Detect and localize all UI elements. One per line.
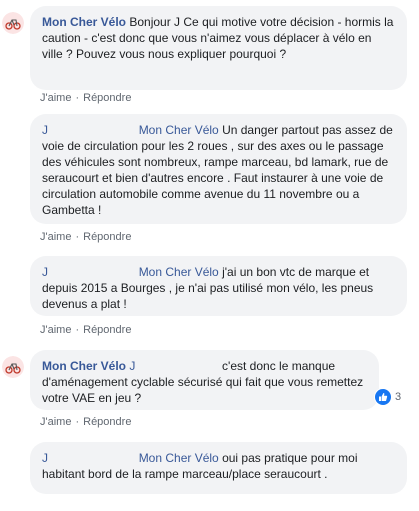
reaction-count-label: 3 (395, 391, 402, 403)
reply-link[interactable]: Répondre (83, 324, 131, 336)
reply-link[interactable]: Répondre (83, 231, 131, 243)
comment-author[interactable]: Mon Cher Vélo (139, 265, 219, 279)
bike-logo-icon (2, 12, 24, 34)
comment-bubble: J Mon Cher Vélo Un danger partout pas as… (30, 114, 407, 224)
comment-bubble: Mon Cher Vélo Bonjour J Ce qui motive vo… (30, 6, 407, 90)
reaction-count[interactable]: 3 (375, 388, 401, 406)
bike-logo-icon (2, 356, 24, 378)
comment-author[interactable]: Mon Cher Vélo (139, 123, 219, 137)
reply-link[interactable]: Répondre (83, 92, 131, 104)
mention-tag[interactable]: J (42, 451, 48, 465)
comment-bubble: J Mon Cher Vélo j'ai un bon vtc de marqu… (30, 256, 407, 316)
comment-text: Un danger partout pas assez de voie de c… (42, 123, 393, 217)
avatar[interactable] (2, 356, 24, 378)
avatar[interactable] (2, 12, 24, 34)
mention-tag[interactable]: J (129, 359, 135, 373)
like-link[interactable]: J'aime (40, 324, 71, 336)
comment-bubble: Mon Cher Vélo J c'est donc le manque d'a… (30, 350, 379, 410)
mention-tag[interactable]: J (42, 265, 48, 279)
comment-actions: J'aime · Répondre (40, 231, 132, 243)
like-icon (375, 389, 391, 405)
comment-author[interactable]: Mon Cher Vélo (139, 451, 219, 465)
comment-author[interactable]: Mon Cher Vélo (42, 359, 126, 373)
comment-bubble: J Mon Cher Vélo oui pas pratique pour mo… (30, 442, 407, 494)
reply-link[interactable]: Répondre (83, 416, 131, 428)
comment-author[interactable]: Mon Cher Vélo (42, 15, 126, 29)
like-link[interactable]: J'aime (40, 92, 71, 104)
comment-actions: J'aime · Répondre (40, 92, 132, 104)
comment-actions: J'aime · Répondre (40, 324, 132, 336)
like-link[interactable]: J'aime (40, 231, 71, 243)
comment-actions: J'aime · Répondre (40, 416, 132, 428)
mention-tag[interactable]: J (42, 123, 48, 137)
like-link[interactable]: J'aime (40, 416, 71, 428)
